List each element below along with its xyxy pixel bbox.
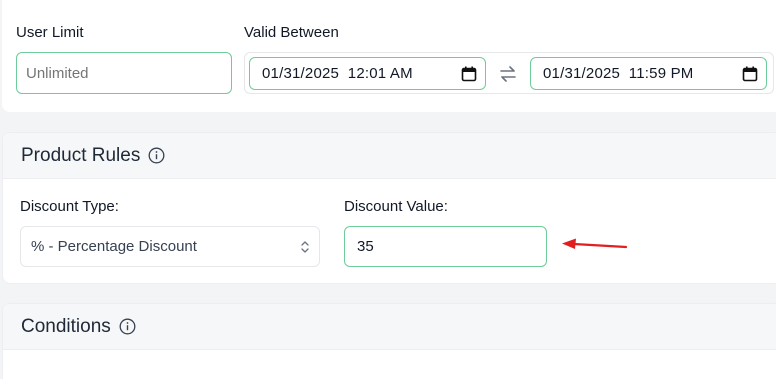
- valid-from-value: 01/31/2025 12:01 AM: [262, 65, 413, 82]
- valid-to-field[interactable]: 01/31/2025 11:59 PM: [530, 57, 767, 90]
- product-rules-title: Product Rules: [21, 144, 141, 166]
- product-rules-header: Product Rules: [3, 133, 776, 179]
- valid-to-value: 01/31/2025 11:59 PM: [543, 65, 694, 82]
- swap-icon: [500, 66, 516, 82]
- conditions-title: Conditions: [21, 315, 111, 337]
- user-limit-input[interactable]: [16, 52, 232, 94]
- discount-type-label: Discount Type:: [20, 198, 119, 215]
- valid-between-label: Valid Between: [244, 24, 339, 41]
- discount-value-label: Discount Value:: [344, 198, 448, 215]
- calendar-icon[interactable]: [461, 66, 477, 82]
- annotation-arrow: [562, 238, 628, 249]
- select-chevron-icon: [301, 241, 309, 253]
- info-icon[interactable]: [148, 147, 165, 164]
- valid-from-field[interactable]: 01/31/2025 12:01 AM: [249, 57, 486, 90]
- conditions-card: Conditions: [2, 303, 776, 379]
- discount-value-text: 35: [357, 238, 374, 255]
- conditions-header: Conditions: [3, 304, 776, 350]
- discount-type-select[interactable]: % - Percentage Discount: [20, 226, 320, 267]
- calendar-icon[interactable]: [742, 66, 758, 82]
- discount-value-input[interactable]: 35: [344, 226, 547, 267]
- discount-settings-page: User Limit Valid Between 01/31/2025 12:0…: [0, 0, 776, 379]
- discount-type-value: % - Percentage Discount: [31, 238, 197, 255]
- user-limit-label: User Limit: [16, 24, 84, 41]
- info-icon[interactable]: [119, 318, 136, 335]
